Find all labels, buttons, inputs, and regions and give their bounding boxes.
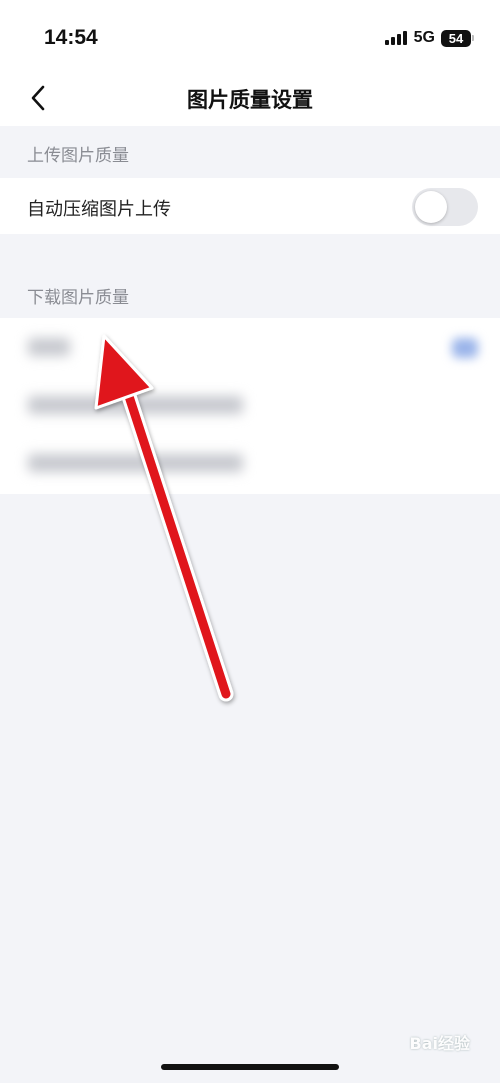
watermark-logo: Bai经验: [409, 1034, 470, 1053]
home-indicator[interactable]: [161, 1064, 339, 1070]
annotation-arrow: [94, 334, 234, 702]
